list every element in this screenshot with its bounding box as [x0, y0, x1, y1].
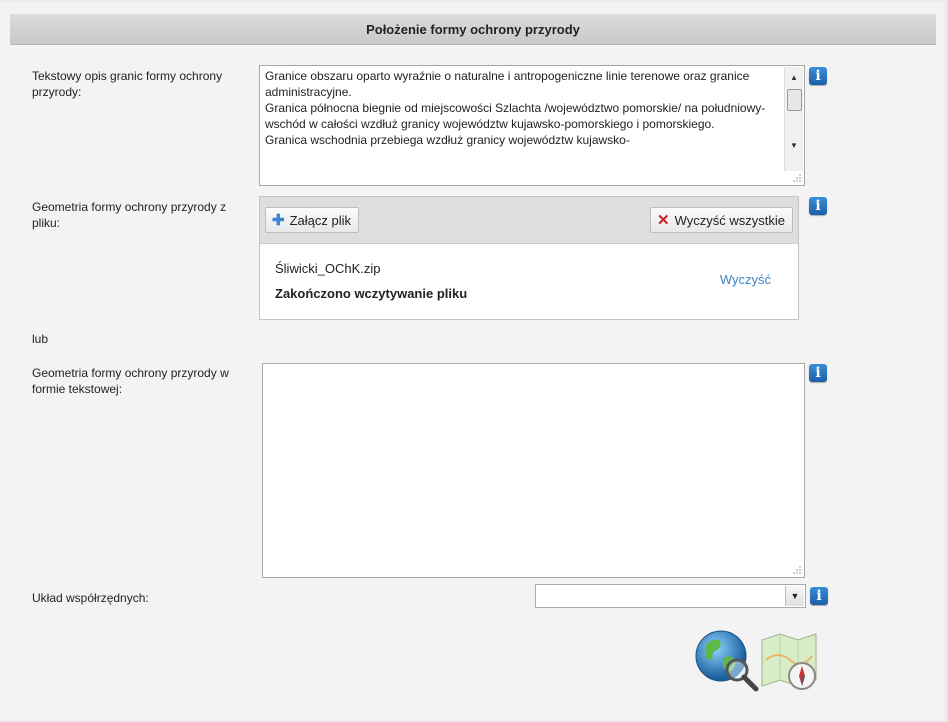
geometry-text-textarea[interactable]	[262, 363, 805, 578]
scroll-thumb[interactable]	[787, 89, 802, 111]
file-uploader: ✚ Załącz plik ✕ Wyczyść wszystkie Śliwic…	[259, 196, 799, 320]
attach-file-button[interactable]: ✚ Załącz plik	[265, 207, 359, 233]
clear-all-label: Wyczyść wszystkie	[674, 212, 785, 228]
resize-grip-icon[interactable]	[792, 565, 802, 575]
info-icon[interactable]: i	[809, 197, 827, 215]
uploader-toolbar: ✚ Załącz plik ✕ Wyczyść wszystkie	[260, 197, 798, 244]
plus-icon: ✚	[272, 212, 285, 229]
or-label: lub	[32, 332, 49, 346]
map-compass-icon[interactable]	[758, 630, 820, 692]
upload-status: Zakończono wczytywanie pliku	[275, 286, 468, 301]
clear-file-link[interactable]: Wyczyść	[720, 272, 771, 287]
description-line: Granice obszaru oparto wyraźnie o natura…	[265, 69, 750, 99]
description-label: Tekstowy opis granic formy ochrony przyr…	[32, 69, 223, 99]
globe-search-icon[interactable]	[693, 628, 761, 694]
section-header: Położenie formy ochrony przyrody	[10, 14, 936, 45]
description-line: Granica wschodnia przebiega wzdłuż grani…	[265, 133, 630, 147]
chevron-down-icon[interactable]: ▼	[785, 586, 804, 606]
clear-all-button[interactable]: ✕ Wyczyść wszystkie	[650, 207, 793, 233]
scroll-down-icon[interactable]: ▼	[785, 137, 803, 153]
form-panel: Położenie formy ochrony przyrody Tekstow…	[0, 0, 948, 722]
description-text: Granice obszaru oparto wyraźnie o natura…	[265, 68, 782, 185]
geometry-text-value	[268, 366, 782, 577]
close-icon: ✕	[657, 212, 670, 229]
attach-file-label: Załącz plik	[289, 212, 351, 228]
info-icon[interactable]: i	[809, 364, 827, 382]
geometry-text-label: Geometria formy ochrony przyrody w formi…	[32, 366, 229, 396]
description-textarea[interactable]: Granice obszaru oparto wyraźnie o natura…	[259, 65, 805, 186]
resize-grip-icon[interactable]	[792, 173, 802, 183]
info-icon[interactable]: i	[809, 67, 827, 85]
crs-select[interactable]: ▼	[535, 584, 806, 608]
scroll-up-icon[interactable]: ▲	[785, 69, 803, 85]
info-icon[interactable]: i	[810, 587, 828, 605]
description-scrollbar[interactable]: ▲ ▼	[784, 67, 803, 171]
description-line: Granica północna biegnie od miejscowości…	[265, 101, 766, 131]
section-title: Położenie formy ochrony przyrody	[366, 21, 580, 37]
geometry-file-label: Geometria formy ochrony przyrody z pliku…	[32, 200, 227, 230]
uploaded-file-name: Śliwicki_OChK.zip	[275, 261, 381, 276]
crs-label: Układ współrzędnych:	[32, 591, 149, 605]
